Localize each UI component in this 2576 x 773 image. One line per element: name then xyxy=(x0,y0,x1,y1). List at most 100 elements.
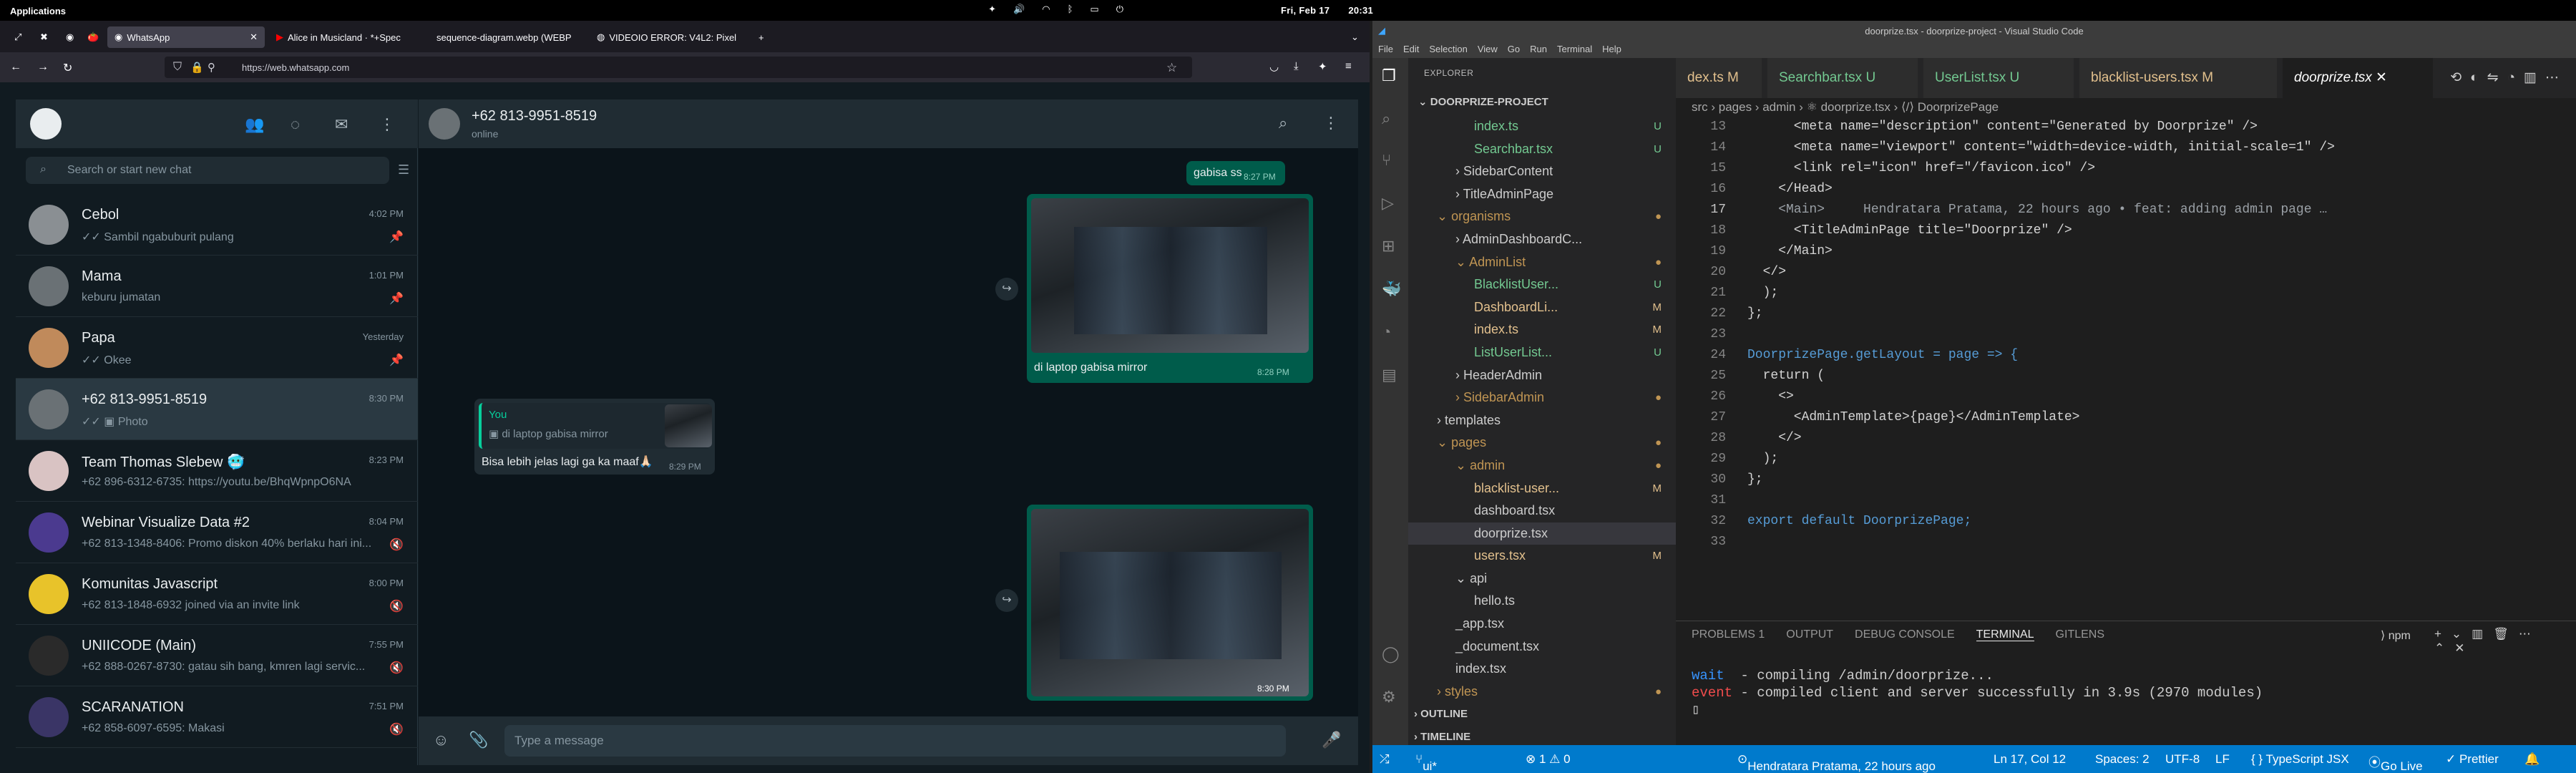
app-indicator-icon[interactable]: ✦ xyxy=(988,4,996,15)
source-control-icon[interactable]: ⑂ xyxy=(1382,151,1391,170)
file-tree-item[interactable]: ⌄ pages ● xyxy=(1408,432,1676,454)
file-tree-item[interactable]: ⌄ admin ● xyxy=(1408,454,1676,477)
tab-whatsapp[interactable]: ◉ WhatsApp ✕ xyxy=(107,26,265,48)
panel-tab[interactable]: DEBUG CONSOLE xyxy=(1855,628,1955,641)
file-tree-item[interactable]: ⌄ organisms ● xyxy=(1408,205,1676,228)
photo-message[interactable]: 8:30 PM xyxy=(1027,505,1313,701)
menu-run[interactable]: Run xyxy=(1530,44,1547,54)
docker-icon[interactable]: 🐳 xyxy=(1382,280,1401,298)
tab-list-icon[interactable]: ⤢ xyxy=(7,26,29,48)
editor-actions[interactable]: ⟲◐⇋◔▥⋯ xyxy=(2450,69,2567,86)
accounts-icon[interactable]: ◯ xyxy=(1382,645,1400,663)
photo-message[interactable]: di laptop gabisa mirror 8:28 PM xyxy=(1027,194,1313,383)
file-tree-item[interactable]: ⌄ api xyxy=(1408,568,1676,590)
attach-icon[interactable]: 📎 xyxy=(469,731,488,749)
menu-go[interactable]: Go xyxy=(1508,44,1520,54)
pinned-tab-1[interactable]: ✖ xyxy=(33,26,55,48)
file-tree-item[interactable]: › HeaderAdmin xyxy=(1408,364,1676,387)
reply-message[interactable]: You ▣ di laptop gabisa mirror Bisa lebih… xyxy=(474,399,715,475)
menu-help[interactable]: Help xyxy=(1602,44,1621,54)
chat-avatar[interactable] xyxy=(29,697,69,737)
forward-icon[interactable]: ↪ xyxy=(995,589,1018,612)
panel-tab[interactable]: OUTPUT xyxy=(1786,628,1833,641)
file-tree-item[interactable]: users.tsx M xyxy=(1408,545,1676,568)
chat-list-item[interactable]: +62 813-9951-8519 8:30 PM ✓✓ ▣ Photo xyxy=(16,379,418,440)
cursor-position[interactable]: Ln 17, Col 12 xyxy=(1994,752,2066,767)
power-icon[interactable]: ⏻ xyxy=(1116,4,1123,15)
menu-selection[interactable]: Selection xyxy=(1429,44,1467,54)
file-tree-item[interactable]: _document.tsx xyxy=(1408,636,1676,658)
reload-icon[interactable]: ↻ xyxy=(63,61,72,75)
tab-youtube[interactable]: ▶ Alice in Musicland · *+Spec xyxy=(269,26,426,48)
panel-tab[interactable]: TERMINAL xyxy=(1976,628,2034,641)
conversation-header[interactable]: +62 813-9951-8519 online ⌕ ⋮ xyxy=(419,99,1358,148)
new-tab-button[interactable]: + xyxy=(751,26,771,48)
contact-avatar[interactable] xyxy=(429,108,460,140)
chat-list-item[interactable]: Team Thomas Slebew 🥶 8:23 PM +62 896-6312-… xyxy=(16,440,418,502)
code-editor[interactable]: 13 <meta name="description" content="Gen… xyxy=(1676,117,2576,632)
file-tree-item[interactable]: doorprize.tsx xyxy=(1408,522,1676,545)
microphone-icon[interactable]: 🎤 xyxy=(1322,731,1341,749)
chat-avatar[interactable] xyxy=(29,205,69,245)
panel-actions[interactable]: +⌄▥🗑⋯⌃✕ xyxy=(2434,627,2576,656)
editor-tab[interactable]: dex.ts M xyxy=(1676,58,1762,98)
notifications-icon[interactable]: 🔔 xyxy=(2524,752,2540,767)
status-icon[interactable]: ◌ xyxy=(291,115,300,134)
communities-icon[interactable]: 👥 xyxy=(245,115,264,134)
search-input[interactable]: ⌕ Search or start new chat xyxy=(26,157,389,184)
filter-icon[interactable]: ☰ xyxy=(398,162,409,178)
file-tree-item[interactable]: dashboard.tsx xyxy=(1408,500,1676,522)
file-tree-item[interactable]: index.tsx xyxy=(1408,658,1676,681)
indentation[interactable]: Spaces: 2 xyxy=(2095,752,2150,767)
chat-avatar[interactable] xyxy=(29,574,69,614)
bookmark-star-icon[interactable]: ☆ xyxy=(1166,61,1177,75)
prettier-status[interactable]: ✓ Prettier xyxy=(2446,752,2499,767)
file-tree-item[interactable]: › SidebarContent xyxy=(1408,160,1676,183)
problems-count[interactable]: ⊗ 1 ⚠ 0 xyxy=(1526,752,1571,767)
editor-tab[interactable]: blacklist-users.tsx M xyxy=(2079,58,2277,98)
file-tree-item[interactable]: › AdminDashboardC... xyxy=(1408,228,1676,251)
pocket-icon[interactable]: ◡ xyxy=(1269,60,1279,73)
run-debug-icon[interactable]: ▷ xyxy=(1382,194,1394,213)
file-tree-item[interactable]: ⌄ AdminList ● xyxy=(1408,251,1676,274)
chat-list-item[interactable]: SCARANATION 7:51 PM +62 858-6097-6595: Mak… xyxy=(16,686,418,748)
file-tree-item[interactable]: hello.ts xyxy=(1408,590,1676,613)
pinned-tab-3[interactable]: 🍅 xyxy=(80,26,106,48)
terminal-profile[interactable]: ⟩ npm xyxy=(2381,628,2411,643)
file-tree-item[interactable]: blacklist-user... M xyxy=(1408,477,1676,500)
file-tree-item[interactable]: BlacklistUser... U xyxy=(1408,273,1676,296)
back-icon[interactable]: ← xyxy=(10,61,21,74)
chat-avatar[interactable] xyxy=(29,266,69,306)
menu-terminal[interactable]: Terminal xyxy=(1557,44,1592,54)
clock[interactable]: Fri, Feb 17 20:31 xyxy=(1281,5,1392,16)
list-all-tabs-icon[interactable]: ⌄ xyxy=(1344,26,1366,48)
file-tree-item[interactable]: › OUTLINE xyxy=(1408,703,1676,726)
chat-avatar[interactable] xyxy=(29,328,69,368)
downloads-icon[interactable]: ⤓ xyxy=(1294,60,1299,72)
message-bubble[interactable]: gabisa ss 8:27 PM xyxy=(1186,161,1285,185)
menu-edit[interactable]: Edit xyxy=(1403,44,1419,54)
chat-list-item[interactable]: Mama 1:01 PM keburu jumatan 📌 xyxy=(16,256,418,317)
menu-icon[interactable]: ⋮ xyxy=(1323,114,1339,132)
branch[interactable]: ⑂ ui* xyxy=(1415,752,1437,773)
url-field[interactable]: ⛉ 🔒 ⚲ https://web.whatsapp.com ☆ xyxy=(165,57,1192,78)
editor-tab[interactable]: doorprize.tsx ✕ xyxy=(2283,58,2433,98)
battery-icon[interactable]: ▭ xyxy=(1090,4,1098,15)
terminal-output[interactable]: wait - compiling /admin/doorprize... even… xyxy=(1692,667,2263,719)
editor-tab[interactable]: UserList.tsx U xyxy=(1923,58,2074,98)
tab-videoio-error[interactable]: ◍ VIDEOIO ERROR: V4L2: Pixel xyxy=(590,26,747,48)
panel-tab[interactable]: PROBLEMS 1 xyxy=(1692,628,1765,641)
line-endings[interactable]: LF xyxy=(2215,752,2230,767)
volume-icon[interactable]: 🔊 xyxy=(1013,4,1025,15)
search-icon[interactable]: ⌕ xyxy=(1382,110,1390,128)
chat-list-item[interactable]: Papa Yesterday ✓✓ Okee 📌 xyxy=(16,317,418,379)
encoding[interactable]: UTF-8 xyxy=(2165,752,2200,767)
my-avatar[interactable] xyxy=(30,108,62,140)
file-tree-item[interactable]: › TitleAdminPage xyxy=(1408,183,1676,206)
git-blame[interactable]: ⊙ Hendratara Pratama, 22 hours ago xyxy=(1737,752,1936,773)
file-tree-item[interactable]: › templates xyxy=(1408,409,1676,432)
menu-file[interactable]: File xyxy=(1378,44,1393,54)
chat-list-item[interactable]: Webinar Visualize Data #2 8:04 PM +62 813-… xyxy=(16,502,418,563)
emoji-icon[interactable]: ☺ xyxy=(433,731,449,749)
message-input[interactable]: Type a message xyxy=(504,725,1286,757)
